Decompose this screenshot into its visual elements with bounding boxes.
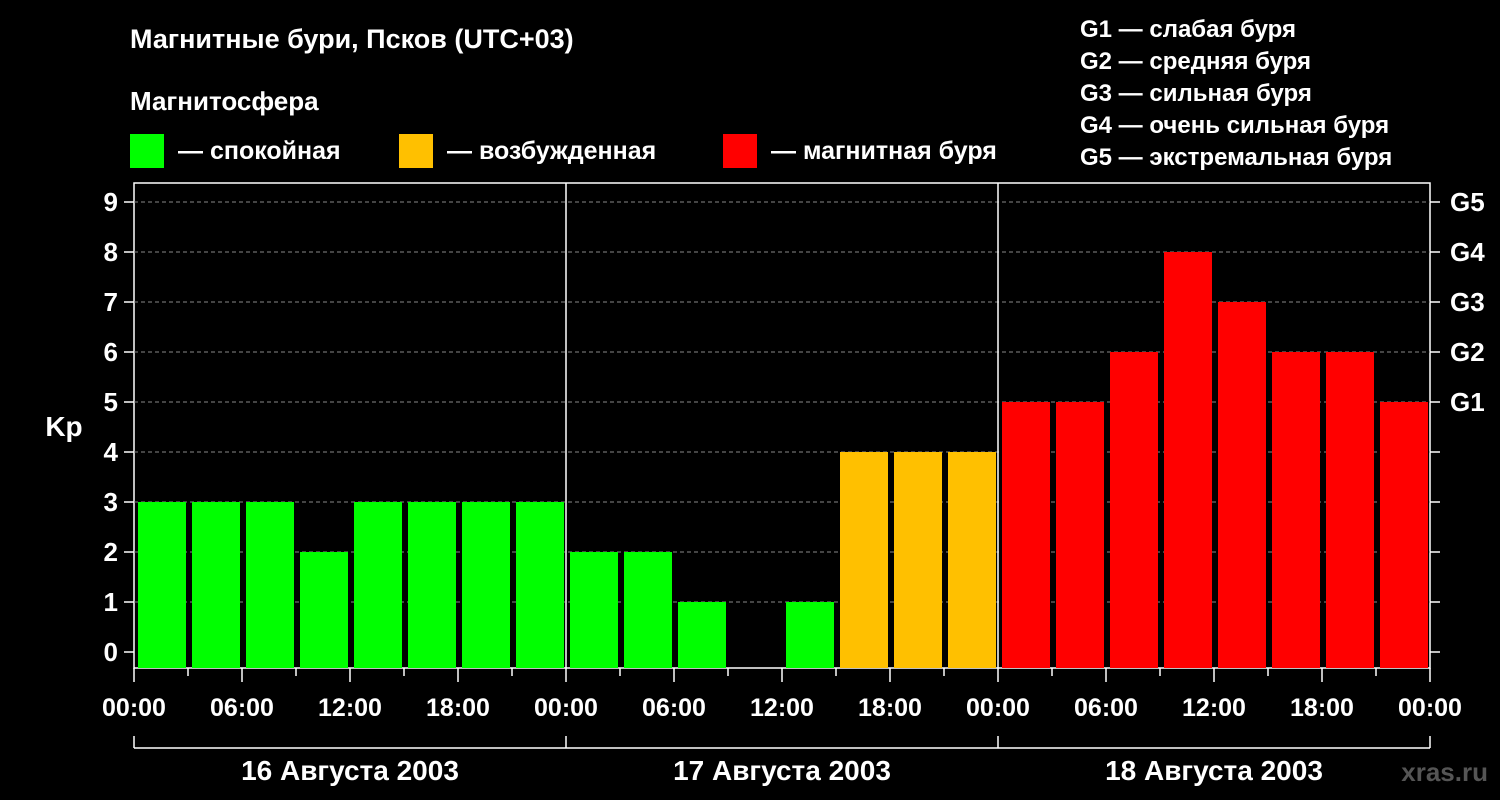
x-tick-label-8: 00:00 bbox=[966, 694, 1030, 722]
x-tick-label-4: 00:00 bbox=[534, 694, 598, 722]
bar-12 bbox=[786, 602, 834, 668]
bar-16 bbox=[1002, 402, 1050, 668]
bar-7 bbox=[516, 502, 564, 668]
y-tick-label-8: 8 bbox=[104, 237, 118, 267]
day-label-0: 16 Августа 2003 bbox=[241, 755, 459, 786]
x-tick-label-10: 12:00 bbox=[1182, 694, 1246, 722]
bar-4 bbox=[354, 502, 402, 668]
bar-13 bbox=[840, 452, 888, 668]
x-tick-label-1: 06:00 bbox=[210, 694, 274, 722]
bar-17 bbox=[1056, 402, 1104, 668]
bar-18 bbox=[1110, 352, 1158, 668]
bar-14 bbox=[894, 452, 942, 668]
y-tick-label-0: 0 bbox=[104, 637, 118, 667]
kp-chart: 0 1 2 3 4 5 6 7 8 9 G1 G2 G3 G4 G5 Kp 00:00 06:00 12:00 18:… bbox=[45, 182, 1485, 786]
x-tick-label-0: 00:00 bbox=[102, 694, 166, 722]
y-tick-label-3: 3 bbox=[104, 487, 118, 517]
y-tick-label-1: 1 bbox=[104, 587, 118, 617]
day-label-1: 17 Августа 2003 bbox=[673, 755, 891, 786]
x-tick-label-12: 00:00 bbox=[1398, 694, 1462, 722]
y-tick-label-4: 4 bbox=[104, 437, 119, 467]
bar-6 bbox=[462, 502, 510, 668]
x-tick-label-9: 06:00 bbox=[1074, 694, 1138, 722]
y-tick-label-7: 7 bbox=[104, 287, 118, 317]
bar-9 bbox=[624, 552, 672, 668]
y-tick-label-2: 2 bbox=[104, 537, 118, 567]
x-tick-label-2: 12:00 bbox=[318, 694, 382, 722]
bar-20 bbox=[1218, 302, 1266, 668]
bar-0 bbox=[138, 502, 186, 668]
bar-2 bbox=[246, 502, 294, 668]
g-tick-label-G4: G4 bbox=[1450, 237, 1485, 267]
g-tick-label-G5: G5 bbox=[1450, 187, 1485, 217]
bar-5 bbox=[408, 502, 456, 668]
bar-1 bbox=[192, 502, 240, 668]
bar-23 bbox=[1380, 402, 1428, 668]
y-tick-label-9: 9 bbox=[104, 187, 118, 217]
x-tick-label-5: 06:00 bbox=[642, 694, 706, 722]
g-tick-label-G3: G3 bbox=[1450, 287, 1485, 317]
x-tick-label-11: 18:00 bbox=[1290, 694, 1354, 722]
day-label-2: 18 Августа 2003 bbox=[1105, 755, 1323, 786]
bar-21 bbox=[1272, 352, 1320, 668]
x-tick-label-3: 18:00 bbox=[426, 694, 490, 722]
bar-22 bbox=[1326, 352, 1374, 668]
bar-3 bbox=[300, 552, 348, 668]
bar-19 bbox=[1164, 252, 1212, 668]
bar-10 bbox=[678, 602, 726, 668]
x-tick-label-6: 12:00 bbox=[750, 694, 814, 722]
y-tick-label-6: 6 bbox=[104, 337, 118, 367]
bar-8 bbox=[570, 552, 618, 668]
bar-15 bbox=[948, 452, 996, 668]
x-tick-label-7: 18:00 bbox=[858, 694, 922, 722]
g-tick-label-G1: G1 bbox=[1450, 387, 1485, 417]
y-axis-label: Kp bbox=[45, 411, 82, 442]
g-tick-label-G2: G2 bbox=[1450, 337, 1485, 367]
y-tick-label-5: 5 bbox=[104, 387, 118, 417]
watermark: xras.ru bbox=[1401, 757, 1488, 787]
